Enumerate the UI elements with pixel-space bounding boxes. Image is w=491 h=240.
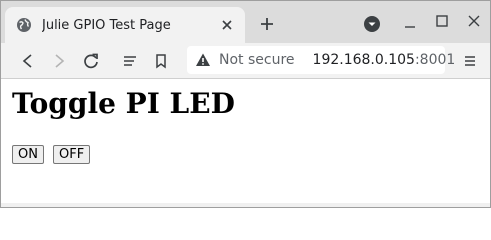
back-icon[interactable]	[17, 50, 39, 72]
reader-icon[interactable]	[119, 50, 141, 72]
globe-icon	[15, 16, 33, 34]
browser-window: Julie GPIO Test Page Not secure 192.168.…	[0, 0, 491, 208]
url-host: 192.168.0.105	[312, 52, 415, 68]
browser-tab[interactable]: Julie GPIO Test Page	[5, 7, 245, 43]
url-port: :8001	[414, 52, 456, 68]
window-close-icon[interactable]	[463, 11, 485, 31]
off-button[interactable]: OFF	[53, 145, 91, 164]
warning-icon[interactable]	[195, 51, 211, 69]
menu-icon[interactable]	[459, 50, 481, 72]
tab-title: Julie GPIO Test Page	[42, 17, 171, 33]
address-bar[interactable]: Not secure 192.168.0.105:8001	[187, 46, 455, 74]
security-status: Not secure	[219, 52, 295, 68]
maximize-icon[interactable]	[431, 11, 453, 31]
reload-icon[interactable]	[80, 50, 102, 72]
browser-toolbar: Not secure 192.168.0.105:8001	[1, 43, 490, 79]
on-button[interactable]: ON	[12, 145, 44, 164]
page-heading: Toggle PI LED	[12, 87, 235, 120]
forward-icon[interactable]	[48, 50, 70, 72]
minimize-icon[interactable]	[399, 13, 421, 33]
horizontal-scrollbar[interactable]	[1, 203, 490, 207]
url-text: 192.168.0.105:8001	[313, 52, 456, 68]
tab-strip: Julie GPIO Test Page	[1, 1, 490, 43]
page-content: Toggle PI LED ON OFF	[1, 79, 490, 207]
tab-search-icon[interactable]	[362, 14, 382, 34]
plus-icon[interactable]	[256, 13, 278, 35]
bookmark-icon[interactable]	[150, 50, 172, 72]
close-icon[interactable]	[219, 17, 235, 33]
